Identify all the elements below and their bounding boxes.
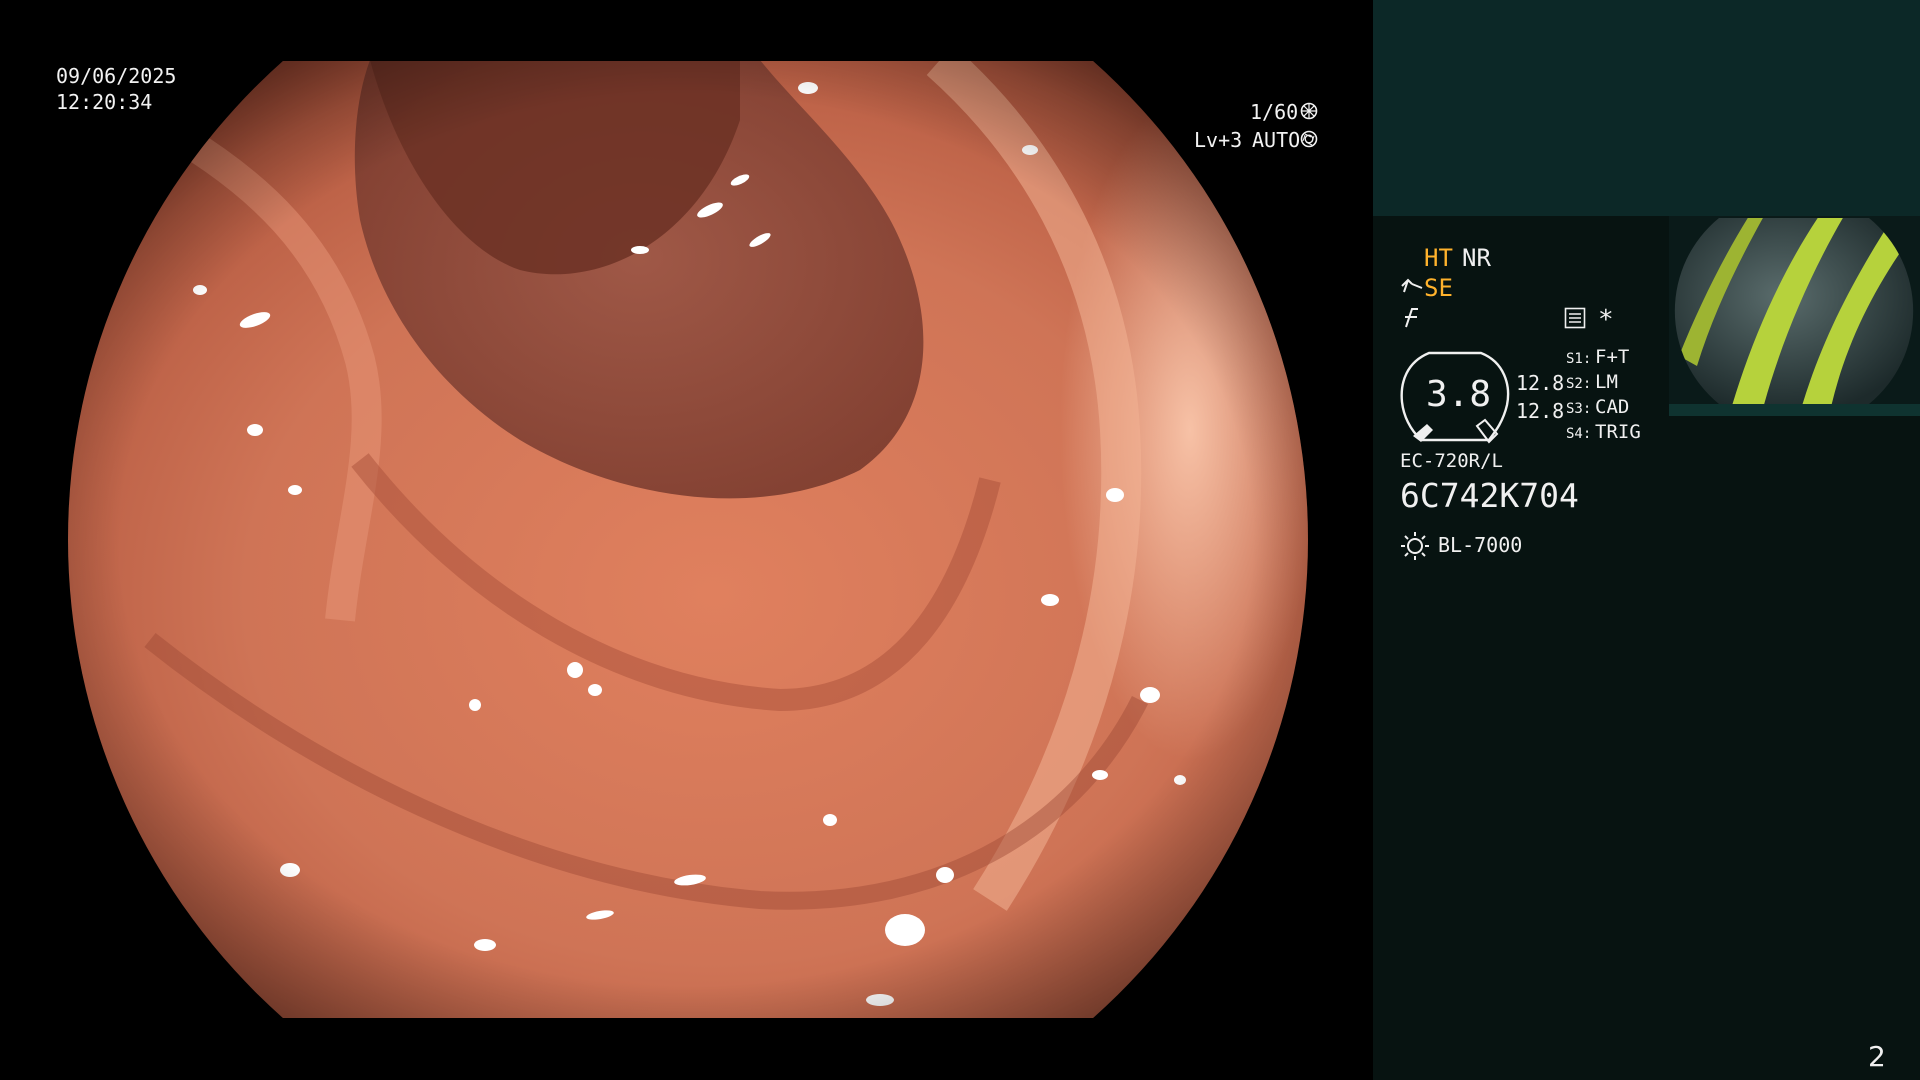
scope-model: EC-720R/L — [1400, 450, 1503, 472]
asterisk-indicator: * — [1598, 305, 1614, 335]
light-source-sun-icon — [1401, 532, 1429, 560]
level-readout: Lv+3 — [1194, 128, 1243, 152]
switch-value-1: F+T — [1595, 346, 1630, 368]
nr-indicator: NR — [1462, 244, 1491, 272]
endoscopy-monitor: 09/06/2025 12:20:34 1/60 Lv+3 AUTO HT NR… — [0, 0, 1920, 1080]
switch-key-4: S4: — [1566, 426, 1592, 442]
thumbnail-footer-bar — [1669, 404, 1920, 416]
light-source-model: BL-7000 — [1438, 533, 1523, 557]
shutter-icon — [1300, 102, 1318, 120]
structure-enhance-icon — [1401, 278, 1423, 293]
switch-key-3: S3: — [1566, 401, 1592, 417]
time-readout: 12:20:34 — [56, 90, 153, 114]
ht-indicator: HT — [1424, 244, 1453, 272]
color-mode-icon — [1405, 308, 1418, 328]
shutter-readout: 1/60 — [1250, 100, 1299, 124]
scope-serial: 6C742K704 — [1400, 476, 1579, 515]
switch-value-3: CAD — [1595, 396, 1630, 418]
iris-icon — [1300, 130, 1318, 148]
info-panel-header — [1373, 0, 1920, 216]
switch-key-1: S1: — [1566, 351, 1592, 367]
switch-value-4: TRIG — [1595, 421, 1641, 443]
switch-key-2: S2: — [1566, 376, 1592, 392]
se-indicator: SE — [1424, 274, 1453, 302]
settings-list-icon — [1564, 307, 1586, 329]
thumbnail-image — [1669, 216, 1920, 416]
switch-value-2: LM — [1595, 371, 1618, 393]
value-readout-1: 12.8 — [1516, 371, 1565, 395]
value-readout-2: 12.8 — [1516, 399, 1565, 423]
colon-mucosa-image — [68, 61, 1308, 1018]
endoscope-video-view: 09/06/2025 12:20:34 1/60 Lv+3 AUTO — [0, 0, 1373, 1080]
page-number: 2 — [1868, 1040, 1886, 1073]
zoom-value: 3.8 — [1426, 374, 1492, 415]
thumbnail-preview[interactable] — [1669, 216, 1920, 416]
date-readout: 09/06/2025 — [56, 64, 177, 88]
iris-readout: AUTO — [1252, 128, 1301, 152]
